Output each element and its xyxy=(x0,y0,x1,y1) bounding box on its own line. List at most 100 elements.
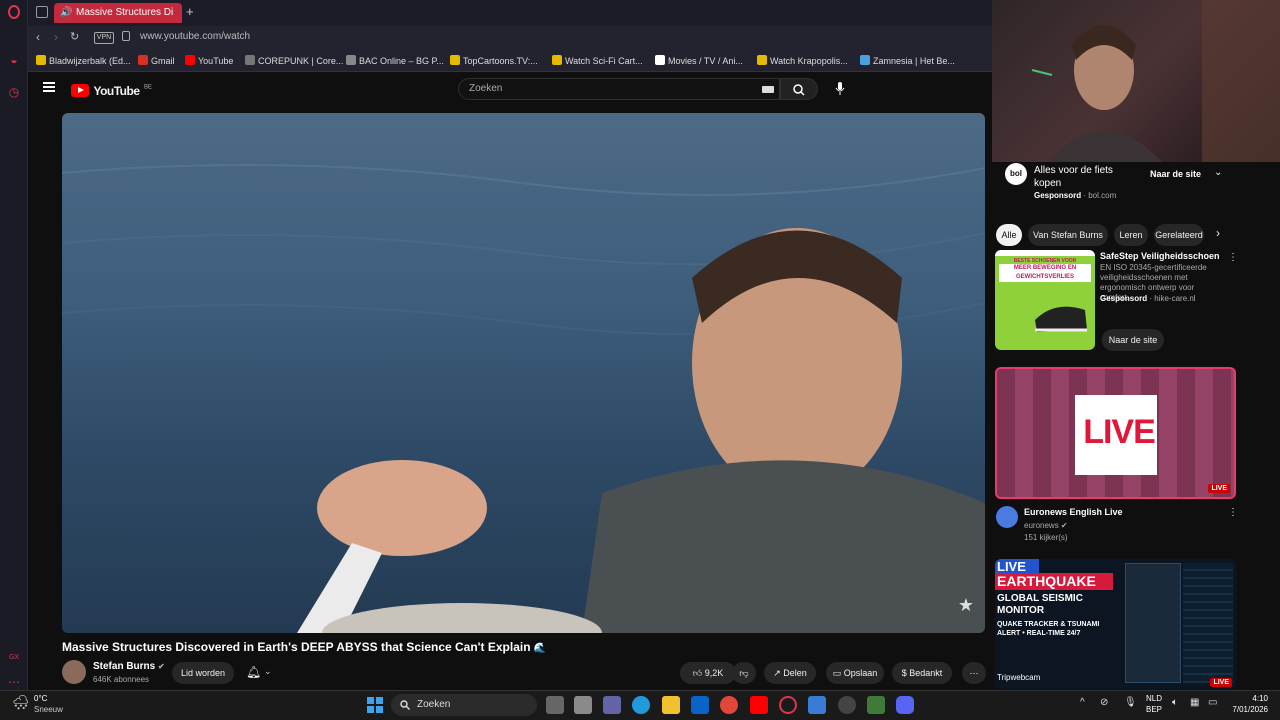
share-icon: ↗ xyxy=(773,668,781,678)
weather-icon[interactable]: 🌨 xyxy=(12,694,30,711)
more-actions-button[interactable]: ⋯ xyxy=(962,662,986,684)
bookmark-item[interactable]: Watch Krapopolis... xyxy=(757,55,848,66)
weather-temp[interactable]: 0°C xyxy=(34,694,47,703)
verified-icon: ✔ xyxy=(1060,521,1068,530)
volume-icon[interactable]: 🔈︎ xyxy=(1172,697,1178,708)
chip-related[interactable]: Gerelateerd xyxy=(1154,224,1204,246)
bookmark-item[interactable]: BAC Online – BG P... xyxy=(346,55,444,66)
chip-all[interactable]: Alle xyxy=(996,224,1022,246)
outlook-icon[interactable] xyxy=(691,696,709,714)
channel-row: Stefan Burns ✔ 646K abonnees Lid worden … xyxy=(62,660,992,688)
file-explorer-icon[interactable] xyxy=(662,696,680,714)
search-icon xyxy=(400,700,410,710)
keyboard-icon[interactable] xyxy=(762,86,774,93)
channel-avatar[interactable] xyxy=(62,660,86,684)
history-icon[interactable]: ◷ xyxy=(6,84,22,100)
dislike-button[interactable]: 👎︎ xyxy=(732,662,756,684)
ad-item-cta-button[interactable]: Naar de site xyxy=(1102,329,1164,351)
bol-logo[interactable]: bol xyxy=(1005,163,1027,185)
earthquake-thumbnail[interactable]: LIVE EARTHQUAKE GLOBAL SEISMIC MONITOR Q… xyxy=(995,559,1236,689)
webcam-frame xyxy=(1031,0,1280,162)
search-button[interactable] xyxy=(780,78,818,100)
more-options-icon[interactable]: ⋮ xyxy=(1228,507,1238,518)
live-thumbnail[interactable]: LIVE LIVE xyxy=(995,367,1236,499)
more-options-icon[interactable]: ⋮ xyxy=(1228,252,1238,263)
opera-gx-icon[interactable] xyxy=(779,696,797,714)
channel-avatar[interactable] xyxy=(996,506,1018,528)
ad-cta-button[interactable]: Naar de site xyxy=(1150,169,1201,179)
bookmark-item[interactable]: Movies / TV / Ani... xyxy=(655,55,743,66)
task-view-icon[interactable] xyxy=(546,696,564,714)
emoji-icon: 🌊 xyxy=(533,643,547,654)
menu-icon[interactable] xyxy=(43,82,55,92)
verified-icon: ✔ xyxy=(158,662,165,671)
language-code[interactable]: NLD xyxy=(1146,694,1162,703)
thanks-button[interactable]: $ Bedankt xyxy=(892,662,952,684)
forward-icon[interactable]: › xyxy=(54,30,58,44)
share-button[interactable]: ↗ Delen xyxy=(764,662,816,684)
chevron-down-icon[interactable]: ⌄ xyxy=(1214,167,1222,178)
battery-icon[interactable]: ▭ xyxy=(1208,697,1217,708)
ad-thumbnail[interactable]: BESTE SCHOENEN VOOR MEER BEWEGING EN GEW… xyxy=(995,250,1095,350)
join-button[interactable]: Lid worden xyxy=(172,662,234,684)
url-field[interactable]: www.youtube.com/watch xyxy=(140,31,250,42)
more-icon[interactable]: ⋯ xyxy=(6,674,22,690)
bookmark-item[interactable]: Watch Sci-Fi Cart... xyxy=(552,55,643,66)
webcam-overlay xyxy=(992,0,1280,162)
microphone-icon[interactable]: 🎙︎ xyxy=(1124,697,1137,708)
chrome-icon[interactable] xyxy=(720,696,738,714)
youtube-app-icon[interactable] xyxy=(750,696,768,714)
start-icon[interactable] xyxy=(367,697,383,713)
chevron-right-icon[interactable]: › xyxy=(1216,226,1220,240)
taskbar-search-input[interactable]: Zoeken xyxy=(391,694,537,716)
like-button[interactable]: 👍︎ 9,2K xyxy=(680,662,736,684)
bookmark-item[interactable]: TopCartoons.TV:... xyxy=(450,55,538,66)
network-icon[interactable]: ▦ xyxy=(1190,697,1199,708)
folder-icon xyxy=(36,55,46,65)
chip-channel[interactable]: Van Stefan Burns xyxy=(1028,224,1108,246)
channel-watermark-icon[interactable]: ★ xyxy=(954,595,978,619)
bookmark-item[interactable]: Gmail xyxy=(138,55,175,66)
bookmark-item[interactable]: Zamnesia | Het Be... xyxy=(860,55,955,66)
bookmark-item[interactable]: YouTube xyxy=(185,55,233,66)
chip-learn[interactable]: Leren xyxy=(1114,224,1148,246)
ad-title[interactable]: Alles voor de fiets kopen xyxy=(1034,164,1134,190)
reload-icon[interactable]: ↻ xyxy=(70,30,79,43)
calculator-icon[interactable] xyxy=(808,696,826,714)
new-tab-button[interactable]: + xyxy=(186,4,194,19)
vpn-badge[interactable]: VPN xyxy=(94,32,114,44)
messenger-icon[interactable]: ◒ xyxy=(6,52,22,68)
lock-icon xyxy=(122,31,130,41)
tab-active[interactable]: 🔊 Massive Structures Di xyxy=(54,3,182,23)
ad-item-title[interactable]: SafeStep Veiligheidsschoen xyxy=(1100,251,1220,261)
topcartoons-icon xyxy=(450,55,460,65)
video-player[interactable]: ★ xyxy=(62,113,985,633)
keyboard-layout: BEP xyxy=(1146,705,1163,714)
bookmark-item[interactable]: COREPUNK | Core... xyxy=(245,55,343,66)
search-input[interactable]: Zoeken xyxy=(458,78,780,100)
steam-icon[interactable] xyxy=(838,696,856,714)
opera-logo-icon[interactable] xyxy=(6,5,22,21)
edge-icon[interactable] xyxy=(632,696,650,714)
bac-icon xyxy=(346,55,356,65)
tray-chevron-icon[interactable]: ^ xyxy=(1080,697,1085,708)
microphone-icon xyxy=(835,82,845,95)
live-item-title[interactable]: Euronews English Live xyxy=(1024,507,1123,517)
channel-name[interactable]: Stefan Burns ✔ xyxy=(93,661,165,672)
tab-overview-icon[interactable] xyxy=(36,6,48,18)
game-icon[interactable] xyxy=(867,696,885,714)
back-icon[interactable]: ‹ xyxy=(36,30,40,44)
live-item-viewers: 151 kijker(s) xyxy=(1024,533,1068,542)
bookmark-item[interactable]: Bladwijzerbalk (Ed... xyxy=(36,55,131,66)
voice-search-button[interactable] xyxy=(829,78,851,100)
discord-icon[interactable] xyxy=(896,696,914,714)
teams-icon[interactable] xyxy=(603,696,621,714)
tray-app-icon[interactable]: ⊘ xyxy=(1100,697,1108,708)
chevron-down-icon[interactable]: ⌄ xyxy=(264,666,272,677)
clock-time[interactable]: 4:10 xyxy=(1236,694,1268,703)
save-button[interactable]: ▭ Opslaan xyxy=(826,662,884,684)
store-icon[interactable] xyxy=(574,696,592,714)
bell-icon[interactable]: 🔔︎ xyxy=(246,665,261,679)
gx-icon[interactable]: GX xyxy=(6,650,22,666)
youtube-logo[interactable]: YouTube BE xyxy=(71,82,152,100)
